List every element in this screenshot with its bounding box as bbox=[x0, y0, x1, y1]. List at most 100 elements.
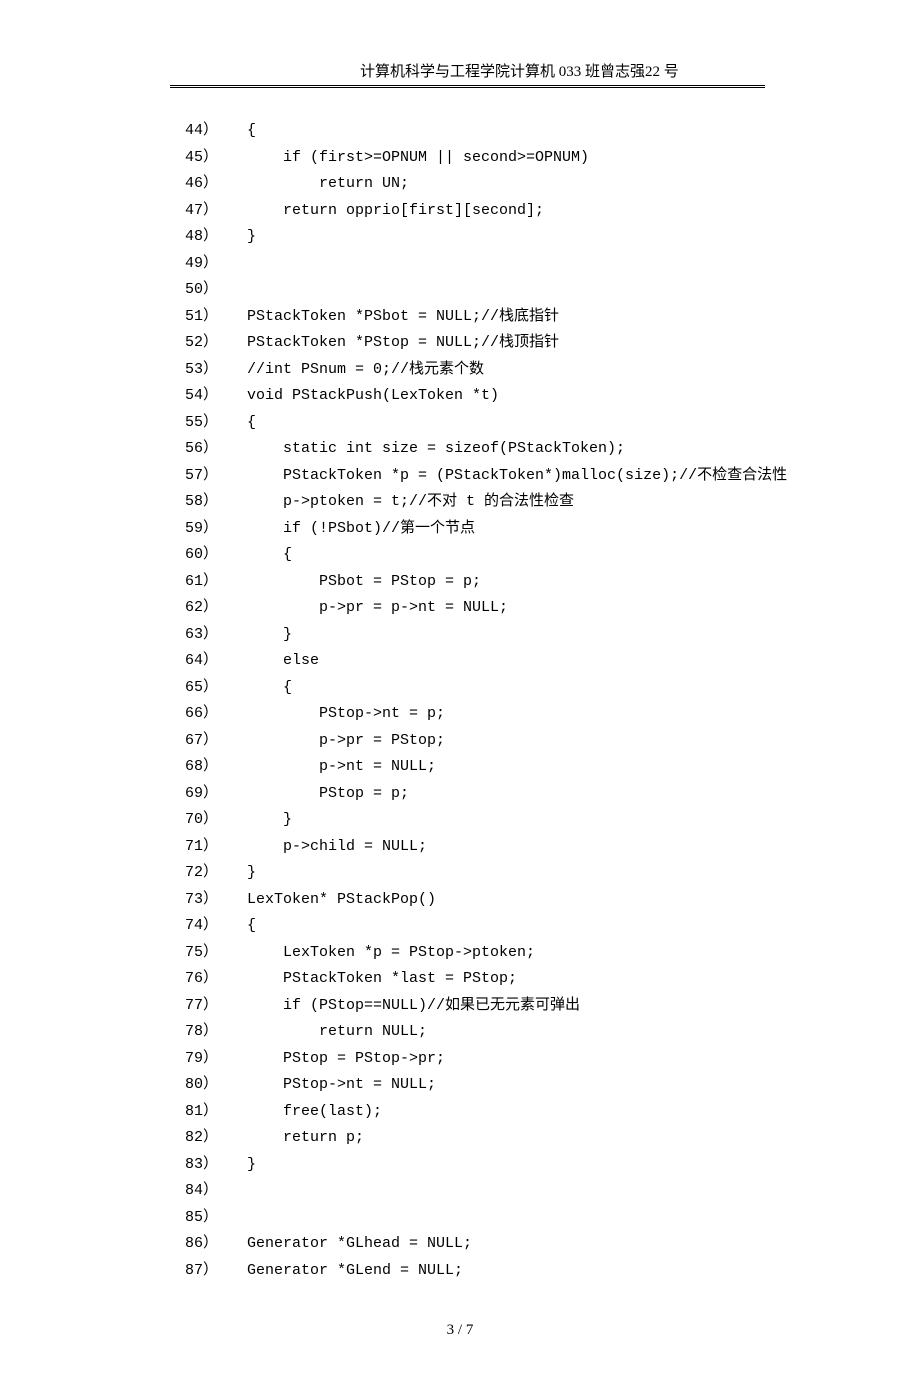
line-number: 87） bbox=[185, 1258, 247, 1285]
code-line: 79） PStop = PStop->pr; bbox=[185, 1046, 920, 1073]
code-text: } bbox=[247, 1152, 256, 1179]
line-number: 60） bbox=[185, 542, 247, 569]
line-number: 54） bbox=[185, 383, 247, 410]
code-line: 65） { bbox=[185, 675, 920, 702]
code-text: } bbox=[247, 807, 292, 834]
code-text: PStop->nt = p; bbox=[247, 701, 445, 728]
line-number: 66） bbox=[185, 701, 247, 728]
line-number: 75） bbox=[185, 940, 247, 967]
code-line: 54）void PStackPush(LexToken *t) bbox=[185, 383, 920, 410]
line-number: 79） bbox=[185, 1046, 247, 1073]
code-text: PStop = PStop->pr; bbox=[247, 1046, 445, 1073]
code-line: 64） else bbox=[185, 648, 920, 675]
header-class: 计算机 033 班 bbox=[510, 60, 600, 81]
code-text: LexToken* PStackPop() bbox=[247, 887, 436, 914]
line-number: 46） bbox=[185, 171, 247, 198]
code-line: 62） p->pr = p->nt = NULL; bbox=[185, 595, 920, 622]
code-line: 69） PStop = p; bbox=[185, 781, 920, 808]
line-number: 76） bbox=[185, 966, 247, 993]
line-number: 58） bbox=[185, 489, 247, 516]
code-text: { bbox=[247, 675, 292, 702]
line-number: 50） bbox=[185, 277, 247, 304]
code-line: 45） if (first>=OPNUM || second>=OPNUM) bbox=[185, 145, 920, 172]
code-line: 86）Generator *GLhead = NULL; bbox=[185, 1231, 920, 1258]
code-text: PStackToken *p = (PStackToken*)malloc(si… bbox=[247, 463, 787, 490]
code-text: if (PStop==NULL)//如果已无元素可弹出 bbox=[247, 993, 580, 1020]
line-number: 71） bbox=[185, 834, 247, 861]
code-text: return UN; bbox=[247, 171, 409, 198]
code-line: 72）} bbox=[185, 860, 920, 887]
code-text: p->pr = PStop; bbox=[247, 728, 445, 755]
code-line: 66） PStop->nt = p; bbox=[185, 701, 920, 728]
code-text: if (!PSbot)//第一个节点 bbox=[247, 516, 475, 543]
header-num: 22 号 bbox=[645, 60, 679, 81]
line-number: 83） bbox=[185, 1152, 247, 1179]
code-line: 58） p->ptoken = t;//不对 t 的合法性检查 bbox=[185, 489, 920, 516]
line-number: 44） bbox=[185, 118, 247, 145]
code-line: 83）} bbox=[185, 1152, 920, 1179]
document-page: 计算机科学与工程学院 计算机 033 班 曾志强 22 号 44） {45） if… bbox=[0, 0, 920, 1379]
code-text: PStackToken *last = PStop; bbox=[247, 966, 517, 993]
code-text: { bbox=[247, 913, 256, 940]
line-number: 70） bbox=[185, 807, 247, 834]
line-number: 84） bbox=[185, 1178, 247, 1205]
code-text: if (first>=OPNUM || second>=OPNUM) bbox=[247, 145, 589, 172]
code-line: 60） { bbox=[185, 542, 920, 569]
code-text: PSbot = PStop = p; bbox=[247, 569, 481, 596]
page-footer: 3 / 7 bbox=[0, 1322, 920, 1339]
code-text: static int size = sizeof(PStackToken); bbox=[247, 436, 625, 463]
line-number: 74） bbox=[185, 913, 247, 940]
code-text: else bbox=[247, 648, 319, 675]
line-number: 56） bbox=[185, 436, 247, 463]
code-text: free(last); bbox=[247, 1099, 382, 1126]
code-text: PStop->nt = NULL; bbox=[247, 1072, 436, 1099]
line-number: 77） bbox=[185, 993, 247, 1020]
code-text: Generator *GLhead = NULL; bbox=[247, 1231, 472, 1258]
line-number: 45） bbox=[185, 145, 247, 172]
code-text: } bbox=[247, 622, 292, 649]
code-text: } bbox=[247, 224, 256, 251]
code-text: p->child = NULL; bbox=[247, 834, 427, 861]
code-line: 77） if (PStop==NULL)//如果已无元素可弹出 bbox=[185, 993, 920, 1020]
code-text: //int PSnum = 0;//栈元素个数 bbox=[247, 357, 484, 384]
code-line: 49） bbox=[185, 251, 920, 278]
line-number: 61） bbox=[185, 569, 247, 596]
line-number: 80） bbox=[185, 1072, 247, 1099]
code-line: 52）PStackToken *PStop = NULL;//栈顶指针 bbox=[185, 330, 920, 357]
code-line: 59） if (!PSbot)//第一个节点 bbox=[185, 516, 920, 543]
code-text: p->pr = p->nt = NULL; bbox=[247, 595, 508, 622]
code-line: 76） PStackToken *last = PStop; bbox=[185, 966, 920, 993]
code-line: 73）LexToken* PStackPop() bbox=[185, 887, 920, 914]
code-line: 85） bbox=[185, 1205, 920, 1232]
code-text: Generator *GLend = NULL; bbox=[247, 1258, 463, 1285]
header-dept: 计算机科学与工程学院 bbox=[360, 60, 510, 81]
code-text: void PStackPush(LexToken *t) bbox=[247, 383, 499, 410]
code-text: PStackToken *PSbot = NULL;//栈底指针 bbox=[247, 304, 559, 331]
code-text: PStop = p; bbox=[247, 781, 409, 808]
code-line: 48）} bbox=[185, 224, 920, 251]
code-line: 46） return UN; bbox=[185, 171, 920, 198]
code-text: p->ptoken = t;//不对 t 的合法性检查 bbox=[247, 489, 574, 516]
code-line: 56） static int size = sizeof(PStackToken… bbox=[185, 436, 920, 463]
code-line: 71） p->child = NULL; bbox=[185, 834, 920, 861]
line-number: 67） bbox=[185, 728, 247, 755]
line-number: 78） bbox=[185, 1019, 247, 1046]
line-number: 63） bbox=[185, 622, 247, 649]
line-number: 49） bbox=[185, 251, 247, 278]
line-number: 68） bbox=[185, 754, 247, 781]
page-header: 计算机科学与工程学院 计算机 033 班 曾志强 22 号 bbox=[170, 60, 765, 86]
code-line: 51）PStackToken *PSbot = NULL;//栈底指针 bbox=[185, 304, 920, 331]
code-line: 68） p->nt = NULL; bbox=[185, 754, 920, 781]
line-number: 64） bbox=[185, 648, 247, 675]
code-text: return NULL; bbox=[247, 1019, 427, 1046]
code-line: 57） PStackToken *p = (PStackToken*)mallo… bbox=[185, 463, 920, 490]
line-number: 62） bbox=[185, 595, 247, 622]
code-line: 81） free(last); bbox=[185, 1099, 920, 1126]
code-line: 63） } bbox=[185, 622, 920, 649]
header-name: 曾志强 bbox=[600, 60, 645, 81]
line-number: 82） bbox=[185, 1125, 247, 1152]
line-number: 86） bbox=[185, 1231, 247, 1258]
code-line: 50） bbox=[185, 277, 920, 304]
line-number: 65） bbox=[185, 675, 247, 702]
code-text: return opprio[first][second]; bbox=[247, 198, 544, 225]
